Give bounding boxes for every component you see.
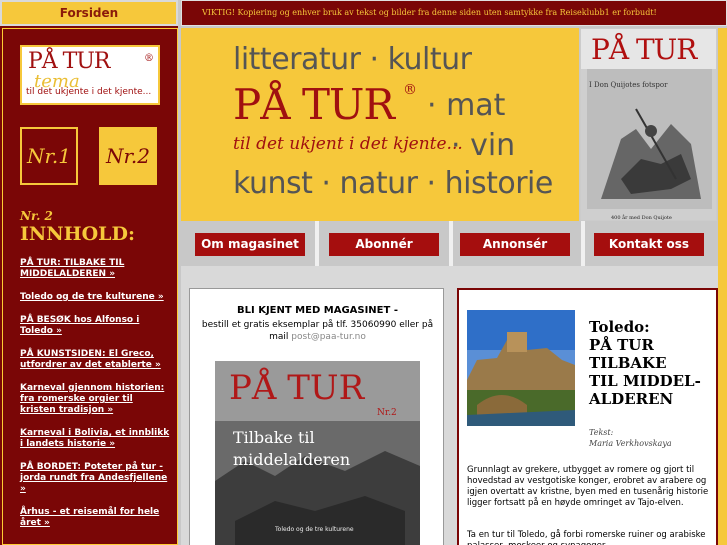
cover-issue: Nr.2 [377,408,397,418]
toc-link[interactable]: Århus - et reisemål for hele året » [20,507,170,529]
article-title[interactable]: Toledo: PÅ TUR TILBAKE TIL MIDDEL- ALDER… [589,318,701,408]
banner-patur-title: PÅ TUR [233,80,395,129]
don-quijote-illustration: I Don Quijotes fotspor 400 år med Don Qu… [581,69,716,221]
toc-link[interactable]: Karneval i Bolivia, et innblikk i landet… [20,428,170,450]
current-issue-label: Nr. 2 [20,209,53,223]
page: Forsiden tema PÅ TUR ® til det ukjente i… [0,0,727,545]
toc-link[interactable]: Toledo og de tre kulturene » [20,292,170,303]
banner-line-4: kunst · natur · historie [233,166,553,201]
toc-link[interactable]: PÅ KUNSTSIDEN: El Greco, utfordrer av de… [20,349,170,371]
cover-title: PÅ TUR [591,33,697,66]
promo-text: bestill et gratis eksemplar på tlf. 3506… [200,319,435,343]
subscribe-button[interactable]: Abonnér [329,233,439,256]
nav-divider [449,221,453,266]
article-teaser: Ta en tur til Toledo, gå forbi romerske … [467,530,706,545]
cover-subtitle: I Don Quijotes fotspor [589,81,668,89]
magazine-cover-issue-1[interactable]: PÅ TUR I Don Quijotes fotspor 400 år med… [580,28,717,221]
article-title-line: ALDEREN [589,390,674,408]
banner-registered-mark: ® [403,82,417,98]
nav-divider [581,221,585,266]
toc-link[interactable]: PÅ TUR: TILBAKE TIL MIDDELALDEREN » [20,258,170,280]
article-credit-label: Tekst: [589,428,614,437]
promo-heading: BLI KJENT MED MAGASINET - [237,305,398,316]
cover-title: PÅ TUR [229,367,366,408]
toledo-photo[interactable] [467,310,575,426]
issue-2-button[interactable]: Nr.2 [99,127,157,185]
cover-caption: 400 år med Don Quijote [611,214,672,221]
banner-line-1: litteratur · kultur [233,42,472,77]
magazine-promo: BLI KJENT MED MAGASINET - bestill et gra… [189,288,444,545]
magazine-cover-issue-2[interactable]: PÅ TUR Nr.2 Tilbake til middelalderen To… [215,361,420,545]
logo-registered-mark: ® [144,53,154,64]
toc-link[interactable]: PÅ BORDET: Poteter på tur - jorda rundt … [20,462,170,495]
article-title-line: Toledo: [589,318,650,336]
sidebar: Forsiden tema PÅ TUR ® til det ukjente i… [0,0,178,545]
about-magazine-button[interactable]: Om magasinet [195,233,305,256]
contents-heading: INNHOLD: [20,223,135,245]
nav-divider [315,221,319,266]
logo-title: PÅ TUR [28,49,110,74]
article-title-line: PÅ TUR [589,336,654,354]
article-intro: Grunnlagt av grekere, utbygget av romere… [467,465,709,508]
main-content: BLI KJENT MED MAGASINET - bestill et gra… [181,266,718,545]
main-nav: Om magasinet Abonnér Annonsér Kontakt os… [181,221,718,266]
toc-link[interactable]: Karneval gjennom historien: fra romerske… [20,383,170,416]
banner-tagline: til det ukjent i det kjente... [233,134,463,154]
contact-button[interactable]: Kontakt oss [594,233,704,256]
article-title-line: TIL MIDDEL- [589,372,701,390]
advertise-button[interactable]: Annonsér [460,233,570,256]
logo-subtitle: til det ukjente i det kjente... [26,87,152,97]
toc-link[interactable]: PÅ BESØK hos Alfonso i Toledo » [20,315,170,337]
copyright-notice: VIKTIG! Kopiering og enhver bruk av teks… [181,0,727,26]
article-author: Maria Verkhovskaya [589,439,672,448]
patur-tema-logo[interactable]: tema PÅ TUR ® til det ukjente i det kjen… [20,45,160,105]
issue-1-button[interactable]: Nr.1 [20,127,78,185]
header-banner: litteratur · kultur PÅ TUR ® · mat til d… [181,28,579,221]
featured-article: Toledo: PÅ TUR TILBAKE TIL MIDDEL- ALDER… [457,288,718,545]
promo-email-link[interactable]: post@paa-tur.no [291,332,366,342]
cover-subtitle-2: middelalderen [233,450,350,469]
cover-caption: Toledo og de tre kulturene [274,526,354,533]
cover-subtitle-1: Tilbake til [233,428,315,447]
table-of-contents: PÅ TUR: TILBAKE TIL MIDDELALDEREN » Tole… [20,258,170,541]
article-title-line: TILBAKE [589,354,667,372]
banner-mat: · mat [427,88,506,123]
right-edge-strip [718,28,727,545]
forsiden-link[interactable]: Forsiden [0,0,178,26]
banner-vin: · vin [451,128,516,163]
